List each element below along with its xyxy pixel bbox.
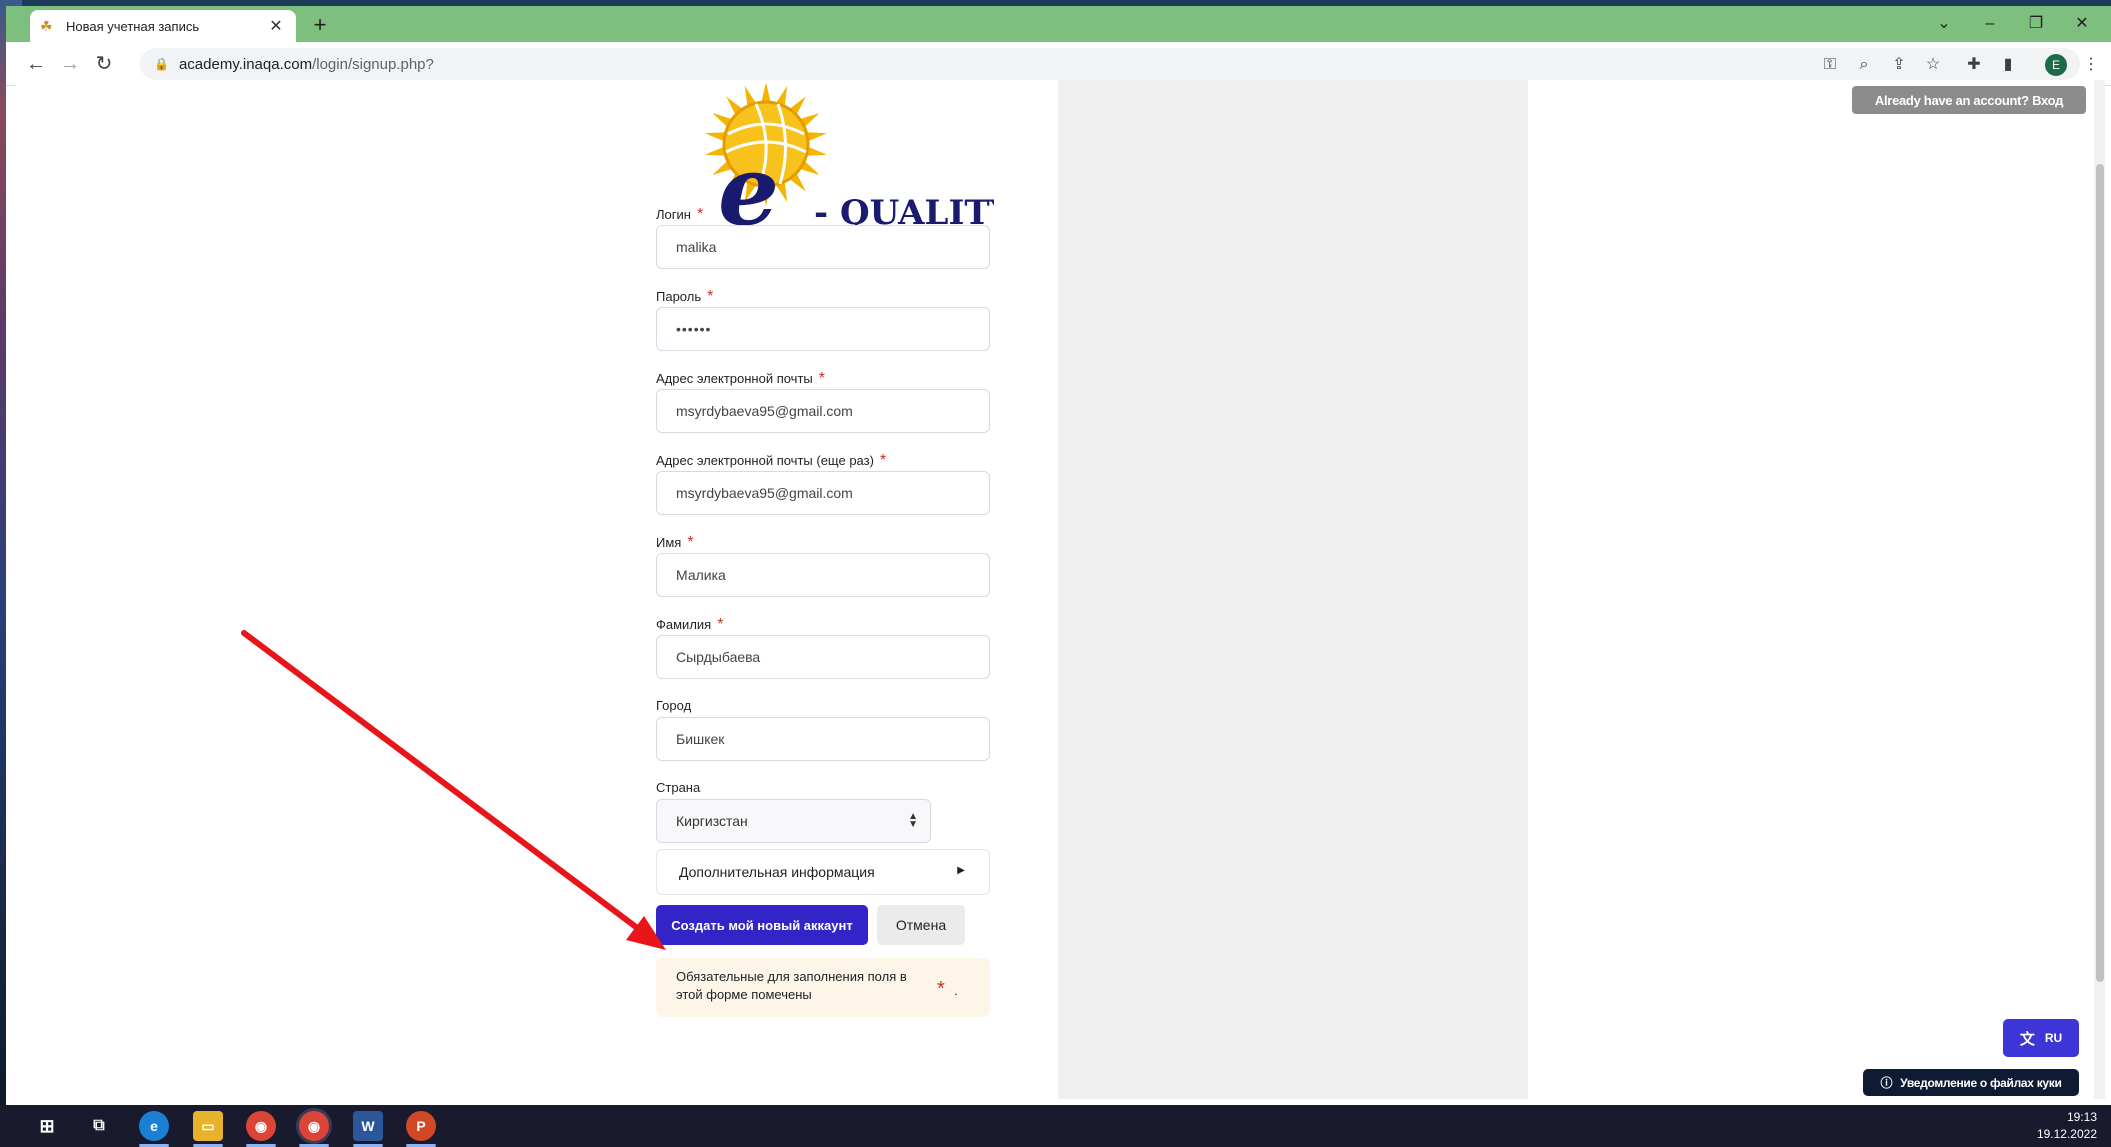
url-path: /login/signup.php? <box>312 55 434 73</box>
language-code: RU <box>2044 1031 2063 1045</box>
share-icon[interactable]: ⇪ <box>1888 54 1910 76</box>
page-viewport: e - QUALITY Логин * malika Пароль * ••••••… <box>16 80 2094 1099</box>
country-select-value: Киргизстан <box>676 813 748 829</box>
email-confirm-label: Адрес электронной почты (еще раз) * <box>656 452 887 469</box>
caret-right-icon: ▶ <box>957 865 965 876</box>
login-label: Логин * <box>656 206 704 223</box>
close-window-button[interactable]: ✕ <box>2059 10 2105 38</box>
required-asterisk: * <box>937 978 945 1000</box>
side-panel-icon[interactable]: ▮ <box>1997 54 2019 76</box>
minimize-button[interactable]: – <box>1967 10 2013 38</box>
lastname-input[interactable]: Сырдыбаева <box>656 635 990 679</box>
city-label: Город <box>656 698 692 713</box>
password-label: Пароль * <box>656 288 714 305</box>
chrome-profile-icon[interactable]: ◉ <box>299 1111 329 1141</box>
clock-time: 19:13 <box>2066 1110 2097 1124</box>
clock-date: 19.12.2022 <box>2036 1127 2097 1141</box>
new-tab-button[interactable]: + <box>306 12 334 40</box>
required-asterisk: * <box>696 206 704 223</box>
e-quality-logo: e - QUALITY <box>704 84 994 234</box>
country-select[interactable]: Киргизстан ▲ ▼ <box>656 799 931 843</box>
email-confirm-input[interactable]: msyrdybaeva95@gmail.com <box>656 471 990 515</box>
firstname-input[interactable]: Малика <box>656 553 990 597</box>
email-label: Адрес электронной почты * <box>656 370 825 387</box>
zoom-icon[interactable]: ⌕ <box>1853 54 1875 76</box>
required-asterisk: * <box>687 534 694 551</box>
email-input[interactable]: msyrdybaeva95@gmail.com <box>656 389 990 433</box>
close-tab-icon[interactable]: ✕ <box>266 16 286 36</box>
extensions-puzzle-icon[interactable]: ✚ <box>1963 54 1985 76</box>
login-link-button[interactable]: Already have an account? Вход <box>1852 86 2086 114</box>
firstname-label: Имя * <box>656 534 694 551</box>
kebab-menu-icon[interactable]: ⋮ <box>2080 54 2102 76</box>
info-icon: ⓘ <box>1880 1076 1893 1090</box>
url-domain: academy.inaqa.com <box>178 55 313 73</box>
site-favicon-icon: ☘ <box>40 18 53 34</box>
cookie-notice-label: Уведомление о файлах куки <box>1900 1075 2062 1090</box>
reload-button[interactable]: ↻ <box>90 50 118 78</box>
language-button[interactable]: 文 RU <box>2003 1019 2079 1057</box>
password-input[interactable]: •••••• <box>656 307 990 351</box>
word-icon[interactable]: W <box>353 1111 383 1141</box>
svg-text:e: e <box>718 134 779 234</box>
city-input[interactable]: Бишкек <box>656 717 990 761</box>
required-asterisk: * <box>717 616 724 633</box>
tab-title: Новая учетная запись <box>66 18 200 34</box>
lastname-label: Фамилия * <box>656 616 724 633</box>
restore-button[interactable]: ❐ <box>2013 10 2059 38</box>
translate-icon: 文 <box>2019 1030 2035 1048</box>
side-panel-background <box>1058 80 1528 1099</box>
more-info-toggle[interactable]: Дополнительная информация ▶ <box>656 849 990 895</box>
start-windows-icon[interactable]: ⊞ <box>32 1111 62 1141</box>
back-button[interactable]: ← <box>22 50 50 78</box>
tab-strip: ☘ Новая учетная запись ✕ + ⌄ – ❐ ✕ <box>6 6 2111 42</box>
address-bar[interactable]: 🔒 academy.inaqa.com/login/signup.php? <box>140 48 2080 80</box>
tab-signup[interactable]: ☘ Новая учетная запись ✕ <box>30 10 296 42</box>
edge-icon[interactable]: e <box>139 1111 169 1141</box>
create-account-button[interactable]: Создать мой новый аккаунт <box>656 905 868 945</box>
forward-button[interactable]: → <box>56 50 84 78</box>
notice-period: . <box>954 983 958 998</box>
lock-icon: 🔒 <box>154 57 169 71</box>
cancel-button[interactable]: Отмена <box>877 905 965 945</box>
key-icon[interactable]: ⚿ <box>1819 54 1841 76</box>
bookmark-star-icon[interactable]: ☆ <box>1922 54 1944 76</box>
required-asterisk: * <box>818 370 825 387</box>
task-view-icon[interactable]: ⧉ <box>84 1111 114 1141</box>
select-arrows-icon: ▲ ▼ <box>908 811 918 830</box>
taskbar-clock[interactable]: 19:13 19.12.2022 <box>2037 1109 2097 1143</box>
required-fields-notice: Обязательные для заполнения поля в этой … <box>656 958 990 1017</box>
more-info-label: Дополнительная информация <box>679 864 875 880</box>
required-asterisk: * <box>879 452 887 469</box>
required-asterisk: * <box>707 288 714 305</box>
tab-search-chevron-icon[interactable]: ⌄ <box>1921 10 1967 38</box>
powerpoint-icon[interactable]: P <box>406 1111 436 1141</box>
cookie-notice-button[interactable]: ⓘ Уведомление о файлах куки <box>1863 1069 2079 1096</box>
windows-taskbar: ⊞ ⧉ e ▭ ◉ ◉ W P 19:13 19.12.2022 <box>0 1105 2111 1147</box>
profile-avatar[interactable]: E <box>2045 54 2067 76</box>
required-notice-text: Обязательные для заполнения поля в этой … <box>676 969 907 1002</box>
country-label: Страна <box>656 780 701 795</box>
file-explorer-icon[interactable]: ▭ <box>193 1111 223 1141</box>
chrome-icon[interactable]: ◉ <box>246 1111 276 1141</box>
scrollbar-thumb[interactable] <box>2096 164 2104 982</box>
login-input[interactable]: malika <box>656 225 990 269</box>
